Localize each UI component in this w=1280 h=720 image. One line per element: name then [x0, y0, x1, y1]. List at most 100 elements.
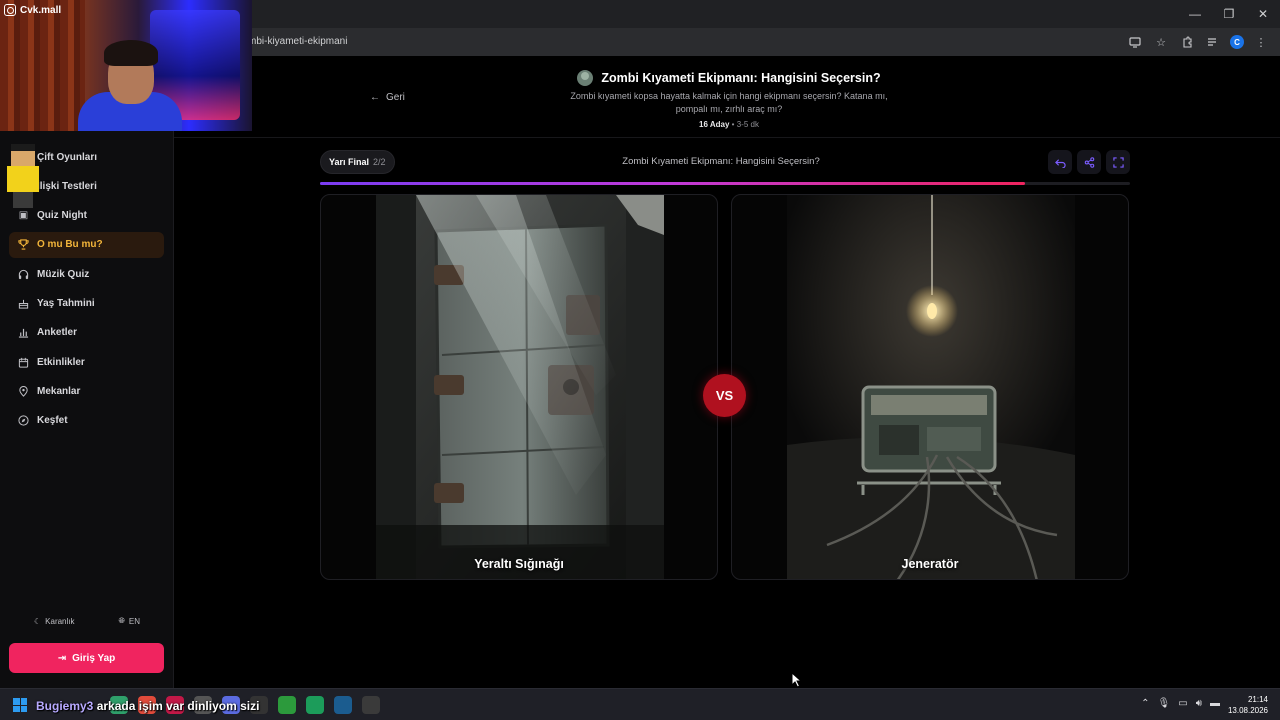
sidebar-item-etkinlikler[interactable]: Etkinlikler	[9, 349, 164, 375]
share-button[interactable]	[1077, 150, 1101, 174]
sidebar-item-label: Quiz Night	[37, 210, 87, 222]
bunker-door-image	[376, 195, 664, 579]
window-controls: — ❐ ✕	[1178, 0, 1280, 28]
calendar-icon	[18, 357, 29, 368]
trophy-icon	[18, 239, 29, 251]
extensions-icon[interactable]	[1178, 33, 1196, 51]
mascot-character	[5, 144, 45, 208]
volume-icon[interactable]: 🔊︎	[1196, 698, 1202, 709]
sidebar-item-anketler[interactable]: Anketler	[9, 320, 164, 346]
undo-button[interactable]	[1048, 150, 1072, 174]
minimize-button[interactable]: —	[1178, 0, 1212, 28]
steam-icon[interactable]	[334, 696, 352, 714]
compass-icon	[18, 415, 29, 426]
page-subtitle: Zombi kıyameti kopsa hayatta kalmak için…	[570, 91, 888, 114]
fullscreen-icon	[1112, 156, 1124, 168]
map-pin-icon	[18, 385, 29, 397]
instagram-icon	[4, 4, 16, 16]
sidebar-item-label: Müzik Quiz	[37, 268, 90, 280]
zombie-emoji-icon	[577, 70, 594, 86]
candidate-count: 16 Aday	[699, 120, 730, 129]
sidebar-item-label: Çift Oyunları	[37, 151, 98, 163]
cake-icon	[18, 298, 29, 309]
share-icon	[1084, 156, 1094, 168]
chat-username: Bugiemy3	[36, 699, 94, 713]
login-button[interactable]: ⇥ Giriş Yap	[9, 643, 164, 673]
chevron-up-icon[interactable]: ⌃	[1141, 698, 1149, 709]
profile-avatar[interactable]: C	[1230, 35, 1244, 49]
sidebar-item-label: Yaş Tahmini	[37, 297, 95, 309]
back-link[interactable]: ← Geri	[370, 92, 405, 103]
sidebar-item-label: Anketler	[37, 327, 78, 339]
sidebar-item-muzik-quiz[interactable]: Müzik Quiz	[9, 261, 164, 287]
round-count: 2/2	[373, 157, 386, 167]
quiz-meta: 16 Aday • 3-5 dk	[174, 120, 1280, 129]
sidebar-item-kesfet[interactable]: Keşfet	[9, 408, 164, 434]
system-clock[interactable]: 21:14 13.08.2026	[1228, 694, 1268, 716]
page-header: ← Geri Zombi Kıyameti Ekipmanı: Hangisin…	[174, 56, 1280, 138]
choice-card-right[interactable]: Jeneratör	[731, 194, 1129, 580]
windows-start-icon[interactable]	[13, 698, 27, 712]
moon-icon: ☾	[33, 616, 42, 626]
duration: 3-5 dk	[736, 120, 759, 129]
chat-message: arkada işim var dinliyom sizi	[96, 699, 260, 713]
login-label: Giriş Yap	[72, 652, 116, 664]
media-controls-icon[interactable]	[1204, 33, 1222, 51]
bookmark-star-icon[interactable]: ☆	[1152, 33, 1170, 51]
address-bar-actions: ☆ C ⋮	[1126, 33, 1270, 51]
system-tray: ⌃ 🎙︎ ▭ 🔊︎ ▬	[1141, 698, 1220, 709]
mouse-cursor-icon	[791, 672, 803, 688]
sidebar-item-label: Keşfet	[37, 415, 68, 427]
sidebar-item-mekanlar[interactable]: Mekanlar	[9, 378, 164, 404]
gamepad-icon: ▣	[18, 210, 29, 222]
fullscreen-button[interactable]	[1106, 150, 1130, 174]
round-badge: Yarı Final 2/2	[320, 150, 395, 174]
theme-toggle[interactable]: ☾ Karanlık	[34, 616, 75, 626]
network-icon[interactable]: ▭	[1178, 698, 1187, 709]
clock-time: 21:14	[1247, 695, 1268, 704]
sidebar-item-label: Mekanlar	[37, 385, 81, 397]
round-name: Yarı Final	[329, 157, 370, 167]
theme-label: Karanlık	[45, 616, 75, 626]
microphone-icon[interactable]: 🎙︎	[1158, 698, 1171, 709]
globe-icon: 🌐︎	[118, 616, 125, 625]
language-toggle[interactable]: 🌐︎ EN	[118, 616, 140, 626]
round-progress-fill	[320, 182, 1025, 185]
app-icon[interactable]	[306, 696, 324, 714]
language-label: EN	[128, 616, 141, 626]
sidebar-item-label: O mu Bu mu?	[37, 239, 103, 251]
app-icon[interactable]	[362, 696, 380, 714]
sidebar-item-o-mu-bu-mu[interactable]: O mu Bu mu?	[9, 231, 164, 258]
page-title: Zombi Kıyameti Ekipmanı: Hangisini Seçer…	[601, 71, 881, 85]
choice-card-left[interactable]: Yeraltı Sığınağı	[320, 194, 718, 580]
login-icon: ⇥	[57, 652, 67, 664]
menu-dots-icon[interactable]: ⋮	[1252, 33, 1270, 51]
sidebar-item-label: Etkinlikler	[37, 356, 85, 368]
app-icon[interactable]	[278, 696, 296, 714]
back-label: Geri	[386, 92, 405, 103]
restore-button[interactable]: ❐	[1212, 0, 1246, 28]
webcam-label: Cvk.mall	[4, 4, 61, 16]
generator-image	[787, 195, 1075, 579]
round-actions	[1048, 150, 1130, 174]
round-progress-bar	[320, 182, 1130, 185]
undo-icon	[1054, 158, 1066, 168]
choice-label-right: Jeneratör	[901, 557, 959, 571]
clock-date: 13.08.2026	[1227, 706, 1268, 715]
sidebar-item-yas-tahmini[interactable]: Yaş Tahmini	[9, 290, 164, 316]
bar-chart-icon	[18, 327, 29, 338]
sidebar: ♡ Çift Oyunları ♡ İlişki Testleri ▣ Quiz…	[0, 56, 174, 688]
close-button[interactable]: ✕	[1246, 0, 1280, 28]
url-text[interactable]: mbi-kiyameti-ekipmani	[248, 36, 347, 47]
streamer-webcam: Cvk.mall	[0, 0, 252, 131]
round-title: Zombi Kıyameti Ekipmanı: Hangisini Seçer…	[622, 156, 820, 167]
webcam-username: Cvk.mall	[20, 4, 62, 16]
install-app-icon[interactable]	[1126, 33, 1144, 51]
taskbar: Bugiemy3 arkada işim var dinliyom sizi ⌃…	[0, 688, 1280, 720]
page-title-row: Zombi Kıyameti Ekipmanı: Hangisini Seçer…	[174, 70, 1280, 86]
main-content: ← Geri Zombi Kıyameti Ekipmanı: Hangisin…	[174, 56, 1280, 688]
choice-label-left: Yeraltı Sığınağı	[474, 557, 564, 571]
battery-icon[interactable]: ▬	[1210, 698, 1220, 709]
sidebar-item-label: İlişki Testleri	[37, 180, 97, 192]
stream-chat-overlay: Bugiemy3 arkada işim var dinliyom sizi	[36, 699, 259, 713]
